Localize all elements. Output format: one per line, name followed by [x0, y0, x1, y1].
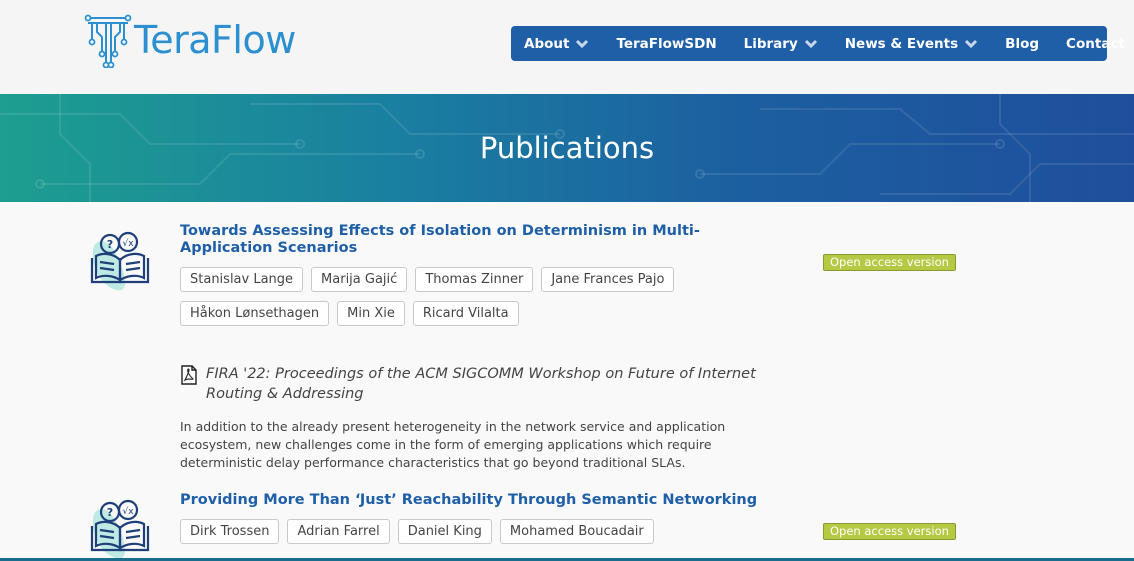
chevron-down-icon — [804, 39, 817, 48]
nav-item-about[interactable]: About — [524, 36, 589, 52]
nav-item-label: News & Events — [844, 35, 959, 52]
page-banner: Publications — [0, 94, 1134, 202]
author-tag[interactable]: Jane Frances Pajo — [541, 267, 675, 292]
publications-list: ? √x Towards Assessing Effects of Isolat… — [0, 202, 1134, 561]
open-access-badge[interactable]: Open access version — [823, 254, 956, 271]
nav-item-label: Contact — [1066, 35, 1125, 52]
publication-venue: FIRA '22: Proceedings of the ACM SIGCOMM… — [180, 364, 760, 404]
author-tag[interactable]: Adrian Farrel — [287, 519, 390, 544]
author-tag[interactable]: Min Xie — [337, 301, 405, 326]
teraflow-logo-icon — [84, 14, 132, 68]
author-tag[interactable]: Stanislav Lange — [180, 267, 304, 292]
author-tag[interactable]: Marija Gajić — [311, 267, 408, 292]
nav-item-label: About — [524, 35, 570, 52]
chevron-down-icon — [965, 39, 978, 48]
author-tag[interactable]: Daniel King — [397, 519, 492, 544]
publication-title-link[interactable]: Providing More Than ‘Just’ Reachability … — [180, 492, 760, 509]
author-tag[interactable]: Håkon Lønsethagen — [180, 301, 330, 326]
logo-text: TeraFlow — [134, 18, 296, 62]
author-tag[interactable]: Mohamed Boucadair — [499, 519, 654, 544]
publication-abstract: In addition to the already present heter… — [180, 419, 726, 470]
page-title: Publications — [479, 131, 655, 165]
open-book-icon: ? √x — [90, 499, 150, 559]
site-header: TeraFlow About TeraFlowSDN Library News … — [0, 0, 1134, 94]
svg-text:?: ? — [107, 238, 113, 251]
nav-item-label: Library — [743, 35, 798, 52]
open-book-icon: ? √x — [90, 231, 150, 291]
venue-text: FIRA '22: Proceedings of the ACM SIGCOMM… — [206, 366, 756, 402]
svg-text:√x: √x — [122, 238, 134, 249]
nav-item-blog[interactable]: Blog — [1005, 36, 1039, 52]
author-tag[interactable]: Ricard Vilalta — [412, 301, 519, 326]
nav-item-library[interactable]: Library — [744, 36, 818, 52]
nav-item-teraflowsdn[interactable]: TeraFlowSDN — [616, 36, 716, 52]
author-tags: Stanislav Lange Marija Gajić Thomas Zinn… — [180, 267, 740, 326]
author-tag[interactable]: Thomas Zinner — [415, 267, 534, 292]
svg-text:?: ? — [107, 506, 113, 519]
chevron-down-icon — [576, 39, 589, 48]
author-tag[interactable]: Dirk Trossen — [180, 519, 280, 544]
author-tags: Dirk Trossen Adrian Farrel Daniel King M… — [180, 519, 740, 544]
open-access-badge[interactable]: Open access version — [823, 523, 956, 540]
main-nav: About TeraFlowSDN Library News & Events … — [511, 26, 1125, 61]
publication-title-link[interactable]: Towards Assessing Effects of Isolation o… — [180, 223, 760, 257]
pdf-file-icon[interactable] — [180, 365, 198, 385]
nav-item-news-events[interactable]: News & Events — [845, 36, 978, 52]
svg-text:√x: √x — [122, 506, 134, 517]
teraflow-logo[interactable]: TeraFlow — [84, 12, 296, 68]
nav-item-contact[interactable]: Contact — [1066, 36, 1125, 52]
nav-item-label: Blog — [1005, 35, 1040, 52]
nav-item-label: TeraFlowSDN — [616, 35, 717, 52]
